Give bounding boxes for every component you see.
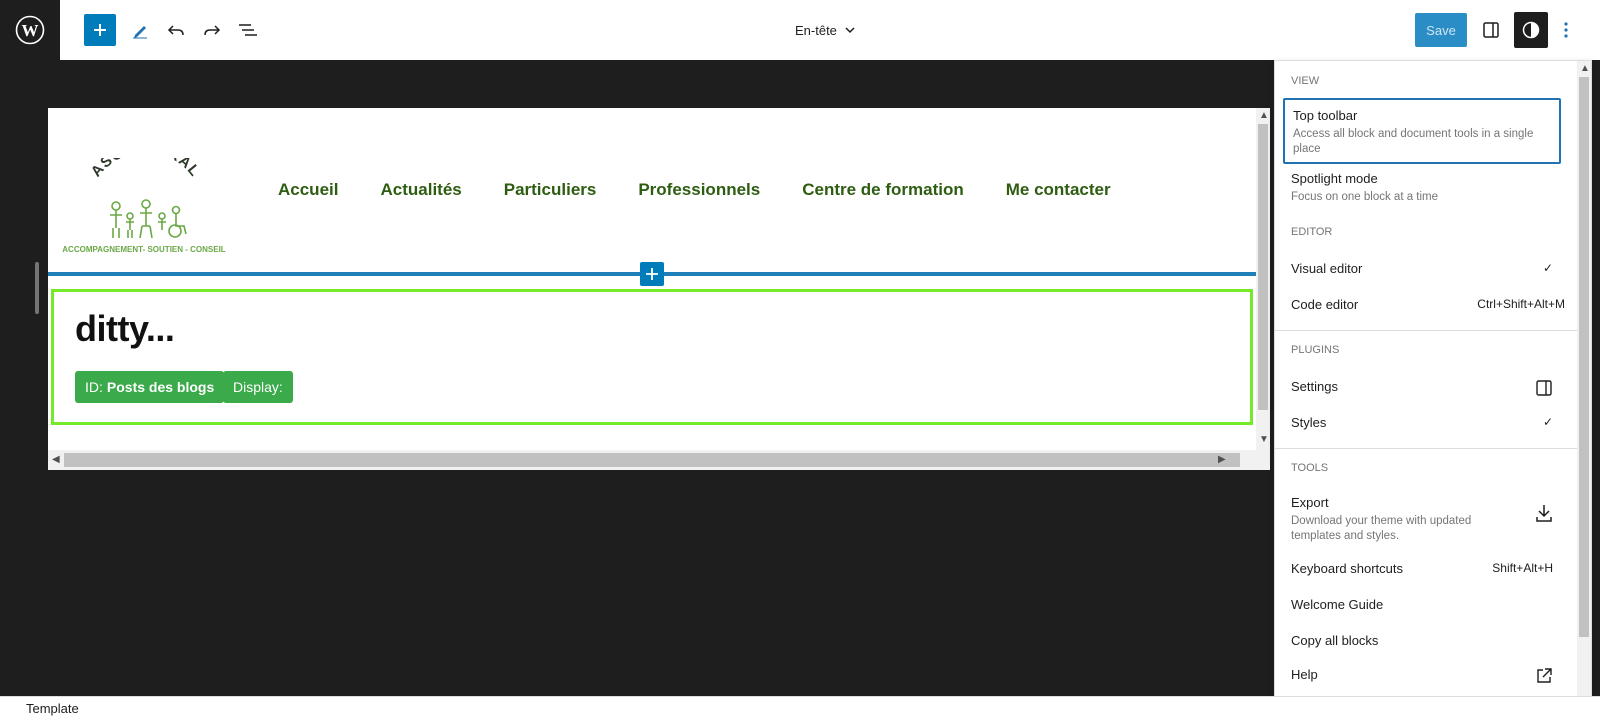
add-block-button[interactable] bbox=[84, 14, 116, 46]
scrollbar-thumb[interactable] bbox=[64, 453, 1240, 467]
logo-title: ASC LIBÉRAL bbox=[88, 139, 203, 180]
plugins-group-label: PLUGINS bbox=[1291, 344, 1340, 356]
settings-sidebar-button[interactable] bbox=[1474, 14, 1508, 46]
insert-block-button[interactable] bbox=[640, 262, 664, 286]
menu-item-shortcut: Ctrl+Shift+Alt+M bbox=[1477, 297, 1565, 311]
menu-item-label: Keyboard shortcuts bbox=[1291, 561, 1404, 576]
logo-tagline: ACCOMPAGNEMENT- SOUTIEN - CONSEIL bbox=[62, 245, 226, 254]
tools-button[interactable] bbox=[124, 14, 156, 46]
ditty-id-chip: ID: Posts des blogs bbox=[75, 371, 225, 403]
menu-item-label: Settings bbox=[1291, 379, 1338, 394]
menu-item-label: Copy all blocks bbox=[1291, 633, 1379, 648]
list-view-button[interactable] bbox=[232, 14, 264, 46]
chevron-down-icon bbox=[845, 27, 855, 34]
menu-item-export[interactable]: Export Download your theme with updated … bbox=[1283, 495, 1561, 542]
canvas-resize-handle[interactable] bbox=[35, 262, 39, 314]
nav-item-centre-de-formation[interactable]: Centre de formation bbox=[802, 180, 964, 200]
pencil-icon bbox=[133, 26, 147, 39]
menu-item-shortcut: Shift+Alt+H bbox=[1492, 561, 1553, 575]
sidebar-icon bbox=[1536, 380, 1552, 396]
checkmark-icon: ✓ bbox=[1542, 415, 1553, 429]
ditty-title: ditty... bbox=[75, 308, 175, 349]
menu-separator bbox=[1275, 330, 1579, 331]
menu-item-desc: Access all block and document tools in a… bbox=[1293, 128, 1534, 155]
menu-item-spotlight-mode[interactable]: Spotlight mode Focus on one block at a t… bbox=[1283, 171, 1561, 211]
nav-item-particuliers[interactable]: Particuliers bbox=[504, 180, 597, 200]
nav-item-accueil[interactable]: Accueil bbox=[278, 180, 338, 200]
menu-item-label: Styles bbox=[1291, 415, 1327, 430]
nav-item-professionnels[interactable]: Professionnels bbox=[638, 180, 760, 200]
plus-icon bbox=[94, 24, 106, 36]
canvas-vertical-scrollbar[interactable]: ▲ ▼ bbox=[1256, 108, 1270, 450]
nav-item-actualites[interactable]: Actualités bbox=[380, 180, 461, 200]
options-menu: VIEW Top toolbar Access all block and do… bbox=[1274, 60, 1592, 720]
breadcrumb-template[interactable]: Template bbox=[26, 701, 79, 716]
menu-separator bbox=[1275, 448, 1579, 449]
ditty-id-value: Posts des blogs bbox=[106, 379, 215, 395]
menu-item-label: Code editor bbox=[1291, 297, 1359, 312]
menu-item-desc: Focus on one block at a time bbox=[1291, 191, 1439, 203]
checkmark-icon: ✓ bbox=[1542, 261, 1553, 275]
plus-icon bbox=[646, 268, 658, 280]
ditty-display-chip: Display: bbox=[223, 371, 293, 403]
menu-item-settings[interactable]: Settings bbox=[1283, 379, 1561, 401]
menu-item-copy-all-blocks[interactable]: Copy all blocks bbox=[1283, 633, 1561, 655]
undo-icon bbox=[167, 25, 184, 36]
menu-item-label: Spotlight mode bbox=[1291, 171, 1378, 186]
menu-item-top-toolbar[interactable]: Top toolbar Access all block and documen… bbox=[1283, 98, 1561, 164]
menu-item-styles[interactable]: Styles ✓ bbox=[1283, 415, 1561, 437]
external-link-icon bbox=[1537, 668, 1552, 683]
menu-item-label: Top toolbar bbox=[1293, 108, 1358, 123]
scrollbar-thumb[interactable] bbox=[1579, 77, 1589, 637]
view-group-label: VIEW bbox=[1291, 75, 1320, 87]
download-icon bbox=[1536, 505, 1552, 522]
contrast-icon bbox=[1522, 21, 1540, 39]
wordpress-logo-icon[interactable]: W bbox=[0, 0, 60, 60]
menu-item-desc: Download your theme with updated templat… bbox=[1291, 515, 1472, 542]
canvas-horizontal-scrollbar[interactable]: ◀ ▶ bbox=[48, 450, 1270, 470]
nav-item-me-contacter[interactable]: Me contacter bbox=[1006, 180, 1111, 200]
scroll-right-icon[interactable]: ▶ bbox=[1218, 454, 1226, 465]
save-button[interactable]: Save bbox=[1415, 13, 1467, 47]
menu-item-label: Visual editor bbox=[1291, 261, 1363, 276]
options-button[interactable] bbox=[1554, 14, 1578, 46]
top-toolbar: W En-tête Save bbox=[0, 0, 1600, 60]
menu-item-help[interactable]: Help bbox=[1283, 667, 1561, 689]
svg-text:W: W bbox=[22, 21, 39, 40]
undo-button[interactable] bbox=[160, 14, 192, 46]
menu-item-label: Help bbox=[1291, 667, 1318, 682]
menu-item-code-editor[interactable]: Code editor Ctrl+Shift+Alt+M bbox=[1283, 297, 1573, 319]
block-breadcrumb-bar: Template bbox=[0, 696, 1600, 720]
redo-icon bbox=[204, 25, 221, 36]
editor-group-label: EDITOR bbox=[1291, 226, 1333, 238]
svg-text:ASC LIBÉRAL: ASC LIBÉRAL bbox=[88, 158, 204, 180]
scroll-left-icon[interactable]: ◀ bbox=[52, 454, 60, 465]
redo-button[interactable] bbox=[196, 14, 228, 46]
menu-item-label: Welcome Guide bbox=[1291, 597, 1384, 612]
more-vertical-icon bbox=[1564, 22, 1568, 38]
menu-vertical-scrollbar[interactable]: ▲ bbox=[1577, 61, 1591, 703]
tools-group-label: TOOLS bbox=[1291, 462, 1329, 474]
list-view-icon bbox=[239, 24, 257, 36]
ditty-id-prefix: ID: bbox=[85, 379, 103, 395]
document-title: En-tête bbox=[795, 22, 837, 38]
styles-button[interactable] bbox=[1514, 12, 1548, 48]
menu-item-visual-editor[interactable]: Visual editor ✓ bbox=[1283, 261, 1561, 283]
menu-item-keyboard-shortcuts[interactable]: Keyboard shortcuts Shift+Alt+H bbox=[1283, 561, 1561, 583]
site-logo[interactable]: ASC LIBÉRAL ACCOMPAGNEMENT- SOUTIEN - CO… bbox=[58, 139, 230, 254]
scroll-up-icon[interactable]: ▲ bbox=[1580, 63, 1590, 74]
menu-item-welcome-guide[interactable]: Welcome Guide bbox=[1283, 597, 1561, 619]
document-title-dropdown[interactable]: En-tête bbox=[795, 20, 857, 40]
scroll-up-icon[interactable]: ▲ bbox=[1259, 110, 1269, 121]
editor-canvas: ASC LIBÉRAL ACCOMPAGNEMENT- SOUTIEN - CO… bbox=[48, 108, 1270, 470]
sidebar-icon bbox=[1483, 22, 1499, 38]
ditty-block[interactable]: ditty... ID: Posts des blogs Display: bbox=[51, 289, 1253, 425]
scroll-down-icon[interactable]: ▼ bbox=[1259, 434, 1269, 445]
main-navigation: Accueil Actualités Particuliers Professi… bbox=[278, 180, 1111, 200]
menu-item-label: Export bbox=[1291, 495, 1329, 510]
scrollbar-thumb[interactable] bbox=[1258, 124, 1268, 410]
